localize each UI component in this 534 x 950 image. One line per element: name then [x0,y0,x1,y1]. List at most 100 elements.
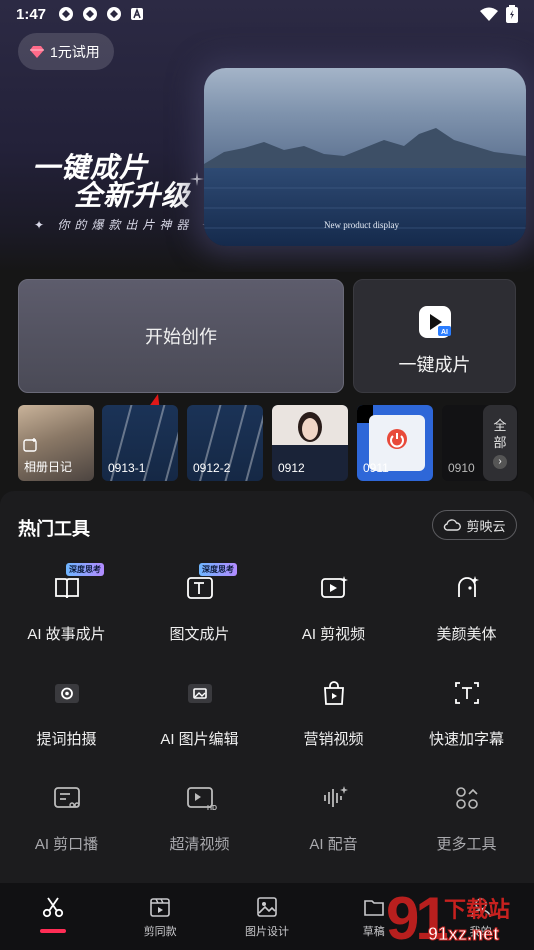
tool-text-to-video[interactable]: 深度思考 图文成片 [133,563,266,651]
tool-label: AI 剪视频 [301,626,366,643]
bottom-nav: 剪同款 图片设计 草稿 我的 [0,883,534,950]
tool-label: AI 图片编辑 [160,731,239,748]
tool-ai-talk-cut[interactable]: AI 剪口播 [0,781,133,861]
app-notification-icon [107,7,122,21]
tool-quick-captions[interactable]: 快速加字幕 [400,676,533,756]
hero-photo: New product display [204,68,526,246]
hot-tools-title: 热门工具 [18,519,90,539]
tool-label: 更多工具 [436,836,497,853]
battery-icon [506,5,518,23]
all-drafts-button[interactable]: 全 部 › [483,405,517,481]
voice-icon [323,786,348,807]
camera-icon [54,684,79,703]
draft-thumb[interactable]: 0913-1 [102,405,178,481]
one-click-video-label: 一键成片 [398,355,471,375]
ai-play-icon: AI [419,306,451,338]
draft-thumb-album[interactable]: 相册日记 [18,405,94,481]
tool-ai-cut[interactable]: AI 剪视频 [267,571,400,651]
status-bar: 1:47 [0,0,534,28]
nav-active-indicator [40,929,66,933]
drafts-strip: 相册日记 0913-1 0912-2 0912 0911 0910 [18,405,534,481]
all-drafts-label-1: 全 [493,418,507,433]
tool-teleprompter[interactable]: 提词拍摄 [0,676,133,756]
diamond-icon [30,45,44,58]
tool-ai-image-edit[interactable]: AI 图片编辑 [133,676,266,756]
status-time: 1:47 [16,5,47,23]
nav-drafts[interactable]: 草稿 [320,883,427,950]
tool-label: AI 配音 [309,836,358,853]
album-icon [23,438,37,452]
scissors-icon [43,897,64,918]
tool-label: AI 剪口播 [34,836,99,853]
hot-tools-panel: 热门工具 剪映云 深度思考 AI 故事成片 深度思考 图文成片 AI 剪视频 美… [0,491,534,883]
hero-photo-caption: New product display [324,220,399,230]
more-tools-icon [455,787,478,809]
image-edit-icon [187,684,212,703]
svg-text:AI: AI [441,329,448,336]
tool-more[interactable]: 更多工具 [400,781,533,861]
text-image-icon [186,577,213,599]
nav-templates[interactable]: 剪同款 [107,883,214,950]
tool-label: AI 故事成片 [27,626,106,643]
cloud-icon [444,519,462,531]
status-notification-icons [58,6,144,22]
svg-text:HD: HD [207,805,217,812]
nav-label: 草稿 [362,926,385,938]
tool-marketing-video[interactable]: 营销视频 [267,676,400,756]
tool-ai-voice[interactable]: AI 配音 [267,781,400,861]
draft-label: 0911 [363,461,389,475]
shopping-bag-icon [323,681,344,705]
tool-beauty[interactable]: 美颜美体 [400,571,533,651]
draft-label: 0913-1 [108,461,146,475]
sparkle-icon [190,172,204,186]
a-notification-icon [131,7,144,20]
cloud-button[interactable]: 剪映云 [432,510,517,540]
draft-thumb[interactable]: 0911 [357,405,433,481]
trial-button[interactable]: 1元试用 [18,33,114,70]
start-create-label: 开始创作 [145,327,217,347]
nav-profile[interactable]: 我的 [427,883,534,950]
chevron-right-icon: › [493,455,507,469]
cloud-label: 剪映云 [466,518,506,534]
deep-think-badge: 深度思考 [66,563,104,576]
tool-ai-story[interactable]: 深度思考 AI 故事成片 [0,563,133,651]
image-design-icon [257,897,277,917]
tool-label: 营销视频 [303,731,364,748]
wifi-icon [480,7,498,21]
tool-label: 超清视频 [169,836,230,853]
nav-label: 剪同款 [143,926,177,938]
tool-label: 美颜美体 [436,626,497,643]
hd-video-icon: HD [186,787,217,812]
draft-thumb[interactable]: 0912-2 [187,405,263,481]
app-notification-icon [59,7,74,21]
one-click-video-button[interactable]: AI 一键成片 [353,279,516,393]
nav-label: 图片设计 [244,926,289,938]
tool-label: 提词拍摄 [36,731,97,748]
start-create-button[interactable]: 开始创作 [18,279,344,393]
template-icon [150,898,170,917]
tool-hd-video[interactable]: HD 超清视频 [133,781,266,861]
talk-cut-icon [53,787,80,808]
ai-video-icon [320,576,348,598]
nav-edit[interactable] [0,883,107,950]
hero-subtitle: ✦ 你的爆款出片神器 ✦ [34,218,217,232]
tool-label: 图文成片 [169,626,230,643]
app-notification-icon [83,7,98,21]
hero-banner[interactable]: 1:47 1元试用 一键成片 全新升级 ✦ 你的爆款出片神器 ✦ New pro… [0,0,534,272]
nav-label: 我的 [469,926,492,938]
trial-label: 1元试用 [50,43,100,60]
nav-image-design[interactable]: 图片设计 [214,883,321,950]
profile-icon [470,898,491,918]
draft-label: 0912 [278,461,305,475]
caption-icon [454,682,479,704]
tool-label: 快速加字幕 [428,731,504,748]
draft-label: 相册日记 [24,460,73,474]
deep-think-badge: 深度思考 [199,563,237,576]
hero-title-line2: 全新升级 [74,180,191,211]
draft-thumb[interactable]: 0912 [272,405,348,481]
draft-label: 0912-2 [193,461,231,475]
beauty-icon [457,576,479,597]
book-icon [54,578,79,599]
folder-icon [363,900,384,916]
draft-label: 0910 [448,461,475,475]
